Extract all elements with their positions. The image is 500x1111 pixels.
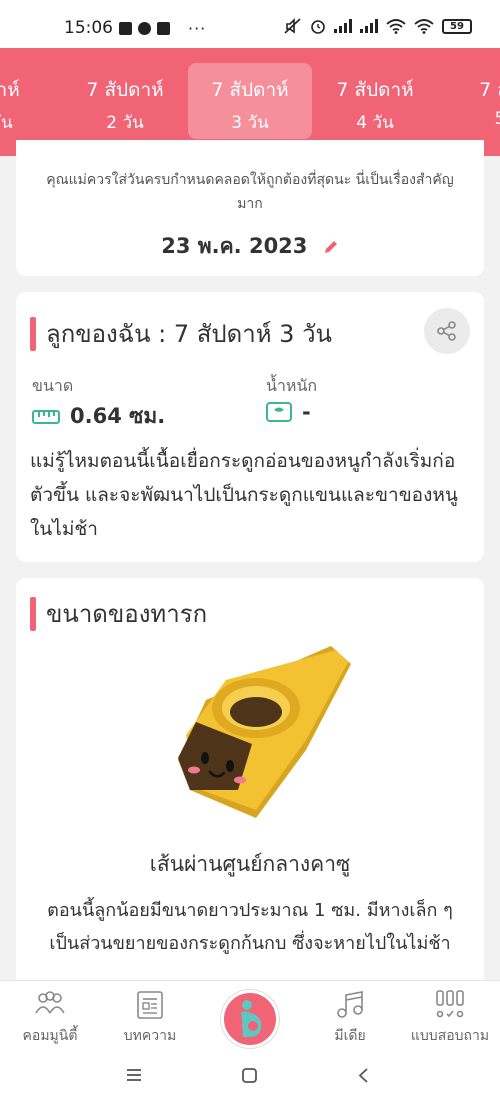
week-tab-day-label: 4 วัน: [356, 113, 394, 133]
nav-articles-label: บทความ: [123, 1028, 177, 1044]
facebook-notification-icon: [138, 21, 151, 35]
wifi-icon: [386, 18, 406, 34]
nav-media[interactable]: มีเดีย: [300, 981, 400, 1051]
scale-icon: [266, 402, 292, 422]
music-icon: [337, 991, 363, 1018]
size-value: 0.64 ซม.: [70, 404, 166, 428]
weight-value: -: [302, 400, 311, 424]
status-time: 15:06: [64, 18, 113, 38]
system-navigation-bar: [0, 1050, 500, 1111]
due-date-value: 23 พ.ค. 2023: [161, 234, 308, 258]
weight-label: น้ำหนัก: [266, 376, 318, 395]
week-tab-week-label: 7 สัปดาห์: [336, 79, 414, 101]
alarm-icon: [311, 20, 325, 34]
nav-quiz-label: แบบสอบถาม: [410, 1028, 490, 1044]
recent-apps-icon[interactable]: [126, 1068, 142, 1082]
back-icon[interactable]: [358, 1068, 370, 1083]
home-icon[interactable]: [242, 1068, 257, 1083]
baby-info-description: แม่รู้ไหมตอนนี้เนื้อเยื่อกระดูกอ่อนของหน…: [30, 450, 458, 540]
size-object-description: ตอนนี้ลูกน้อยมีขนาดยาวประมาณ 1 ซม. มีหาง…: [47, 900, 453, 954]
week-tab-7w4d[interactable]: 7 สัปดาห์ 4 วัน: [313, 63, 437, 139]
week-tab-day-label: 5: [494, 109, 500, 129]
week-tab-week-label: 7 สับ: [479, 79, 500, 101]
baby-size-title: ขนาดของทารก: [30, 594, 207, 633]
mute-icon: [284, 18, 301, 34]
due-date-row[interactable]: 23 พ.ค. 2023: [16, 230, 484, 263]
week-tab-day-label: 3 วัน: [231, 113, 269, 133]
nav-media-label: มีเดีย: [334, 1028, 366, 1044]
message-notification-icon: [119, 21, 132, 35]
weight-row: -: [266, 400, 311, 424]
quiz-icon: [436, 990, 464, 1018]
signal-icon-2: [360, 19, 378, 33]
nav-community-label: คอมมูนิตี้: [22, 1028, 78, 1044]
week-tab-7w5d[interactable]: 7 สับ 5: [438, 63, 500, 139]
status-bar: 15:06 ··· 59: [0, 0, 500, 48]
nav-community[interactable]: คอมมูนิตี้: [0, 981, 100, 1051]
size-row: 0.64 ซม.: [32, 400, 165, 433]
week-tab-day-label: วัน: [0, 113, 13, 133]
pregnancy-icon: [241, 1000, 262, 1037]
share-icon: [437, 321, 456, 341]
size-label: ขนาด: [32, 376, 74, 395]
pencil-icon[interactable]: [323, 239, 339, 255]
app-notification-icon: [157, 21, 170, 35]
nav-articles[interactable]: บทความ: [100, 981, 200, 1051]
signal-icon: [334, 19, 352, 33]
due-date-notice: คุณแม่ควรใส่วันครบกำหนดคลอดให้ถูกต้องที่…: [46, 172, 454, 212]
share-button[interactable]: [424, 308, 470, 354]
baby-info-card: ลูกของฉัน : 7 สัปดาห์ 3 วัน ขนาด 0.64 ซม…: [16, 292, 484, 562]
week-tab-7w3d-selected[interactable]: 7 สัปดาห์ 3 วัน: [188, 63, 312, 139]
baby-size-title-text: ขนาดของทารก: [46, 600, 208, 628]
wifi-icon-2: [414, 18, 434, 34]
pregnancy-home-button[interactable]: [221, 990, 279, 1048]
baby-info-title: ลูกของฉัน : 7 สัปดาห์ 3 วัน: [30, 314, 332, 353]
kazoo-illustration: [178, 646, 351, 818]
ruler-icon: [32, 409, 60, 424]
battery-indicator: 59: [442, 18, 472, 34]
community-icon: [35, 991, 65, 1014]
more-notifications-icon: ···: [188, 18, 207, 38]
due-date-card: คุณแม่ควรใส่วันครบกำหนดคลอดให้ถูกต้องที่…: [16, 140, 484, 276]
article-icon: [137, 991, 163, 1019]
title-accent-bar: [30, 596, 36, 631]
baby-info-title-text: ลูกของฉัน : 7 สัปดาห์ 3 วัน: [46, 320, 332, 348]
baby-size-card: ขนาดของทารก เส้นผ่านศูนย์กลางคาซู ตอนนี้…: [16, 578, 484, 1008]
nav-quiz[interactable]: แบบสอบถาม: [400, 981, 500, 1051]
week-tab-week-label: 7 สัปดาห์: [211, 79, 289, 101]
title-accent-bar: [30, 316, 36, 351]
week-tab-week-label: 7 สัปดาห์: [86, 79, 164, 101]
week-tab-week-label: ดาห์: [0, 79, 20, 101]
size-object-name: เส้นผ่านศูนย์กลางคาซู: [149, 852, 351, 876]
week-tab-day-label: 2 วัน: [106, 113, 144, 133]
week-tab-7w1d[interactable]: ดาห์ วัน: [0, 63, 64, 139]
week-tab-7w2d[interactable]: 7 สัปดาห์ 2 วัน: [63, 63, 187, 139]
